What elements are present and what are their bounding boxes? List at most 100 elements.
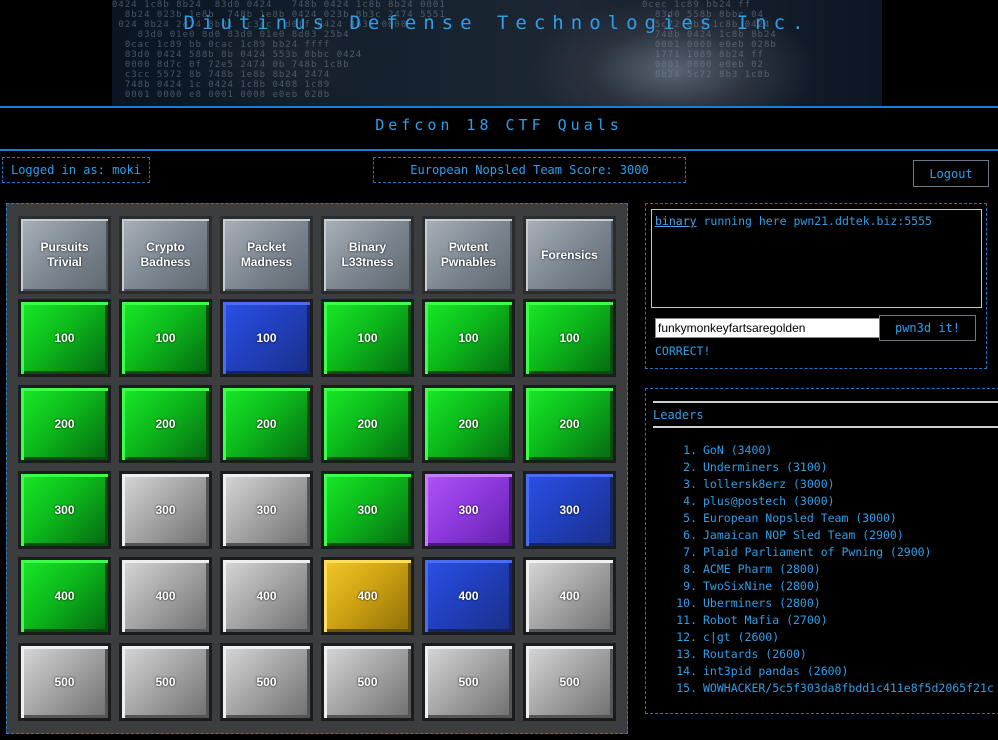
challenge-tile-500[interactable]: 500 (523, 643, 616, 721)
question-text-box: binary running here pwn21.ddtek.biz:5555 (651, 209, 982, 308)
logged-in-status: Logged in as: moki (2, 157, 150, 183)
leader-team: c|gt (2600) (703, 630, 780, 644)
leader-rank: 12. (676, 630, 697, 644)
challenge-tile-200[interactable]: 200 (321, 385, 414, 463)
challenge-tile-200[interactable]: 200 (523, 385, 616, 463)
site-title: Diutinus Defense Technologies Inc. (183, 12, 811, 34)
challenge-tile-400[interactable]: 400 (422, 557, 515, 635)
leader-entry: 8. ACME Pharm (2800) (646, 562, 998, 579)
challenge-tile-100[interactable]: 100 (523, 299, 616, 377)
leader-entry: 7. Plaid Parliament of Pwning (2900) (646, 545, 998, 562)
leader-rank: 3. (683, 477, 697, 491)
leaders-panel: Leaders 1. GoN (3400) 2. Underminers (3100)… (645, 388, 998, 714)
leader-team: Plaid Parliament of Pwning (2900) (703, 545, 932, 559)
challenge-tile-100[interactable]: 100 (321, 299, 414, 377)
leader-team: Routards (2600) (703, 647, 807, 661)
answer-input[interactable] (655, 318, 880, 338)
leader-rank: 14. (676, 664, 697, 678)
leader-entry: 11. Robot Mafia (2700) (646, 613, 998, 630)
category-header: Crypto Badness (119, 216, 212, 294)
leader-rank: 13. (676, 647, 697, 661)
leader-entry: 5. European Nopsled Team (3000) (646, 511, 998, 528)
category-header: Packet Madness (220, 216, 313, 294)
leader-team: Underminers (3100) (703, 460, 828, 474)
binary-download-link[interactable]: binary (655, 214, 697, 228)
challenge-tile-100[interactable]: 100 (422, 299, 515, 377)
leaders-rule-top (653, 401, 998, 403)
leaders-rule-bottom (653, 426, 998, 428)
challenge-tile-300[interactable]: 300 (321, 471, 414, 549)
header-divider-top (0, 106, 998, 108)
leader-rank: 10. (676, 596, 697, 610)
challenge-tile-200[interactable]: 200 (422, 385, 515, 463)
submit-answer-button[interactable]: pwn3d it! (879, 315, 976, 341)
challenge-tile-400[interactable]: 400 (321, 557, 414, 635)
leader-team: Uberminers (2800) (703, 596, 821, 610)
leader-rank: 6. (683, 528, 697, 542)
leader-rank: 11. (676, 613, 697, 627)
leader-rank: 8. (683, 562, 697, 576)
challenge-tile-100[interactable]: 100 (220, 299, 313, 377)
challenge-tile-400[interactable]: 400 (220, 557, 313, 635)
leader-rank: 4. (683, 494, 697, 508)
challenge-tile-300[interactable]: 300 (523, 471, 616, 549)
leader-entry: 14. int3pid pandas (2600) (646, 664, 998, 681)
leader-team: Robot Mafia (2700) (703, 613, 828, 627)
leader-entry: 10. Uberminers (2800) (646, 596, 998, 613)
leader-entry: 9. TwoSixNine (2800) (646, 579, 998, 596)
challenge-tile-500[interactable]: 500 (422, 643, 515, 721)
leader-entry: 3. lollersk8erz (3000) (646, 477, 998, 494)
leader-rank: 2. (683, 460, 697, 474)
challenge-board: Pursuits Trivial Crypto Badness Packet Mad… (6, 203, 628, 734)
leader-team: European Nopsled Team (3000) (703, 511, 897, 525)
leader-rank: 15. (676, 681, 697, 695)
leader-rank: 7. (683, 545, 697, 559)
leaders-list: 1. GoN (3400) 2. Underminers (3100) 3. loller… (646, 443, 998, 698)
leader-team: TwoSixNine (2800) (703, 579, 821, 593)
leader-entry: 12. c|gt (2600) (646, 630, 998, 647)
leader-rank: 9. (683, 579, 697, 593)
leader-team: ACME Pharm (2800) (703, 562, 821, 576)
challenge-tile-300[interactable]: 300 (220, 471, 313, 549)
answer-result: CORRECT! (655, 344, 711, 358)
challenge-tile-100[interactable]: 100 (18, 299, 111, 377)
leader-entry: 4. plus@postech (3000) (646, 494, 998, 511)
leader-team: GoN (3400) (703, 443, 773, 457)
leader-entry: 13. Routards (2600) (646, 647, 998, 664)
leader-team: WOWHACKER/5c5f303da8fbdd1c411e8f5d2065f2… (703, 681, 994, 695)
challenge-tile-400[interactable]: 400 (119, 557, 212, 635)
category-header: Forensics (523, 216, 616, 294)
category-header: Pursuits Trivial (18, 216, 111, 294)
category-header: Pwtent Pwnables (422, 216, 515, 294)
challenge-tile-500[interactable]: 500 (119, 643, 212, 721)
challenge-tile-200[interactable]: 200 (220, 385, 313, 463)
header-banner: 0424 1c8b 8b24 83d0 0424 748b 0424 1c8b … (112, 0, 882, 106)
leaders-title: Leaders (653, 408, 704, 422)
question-panel: binary running here pwn21.ddtek.biz:5555… (645, 203, 987, 369)
challenge-tile-500[interactable]: 500 (220, 643, 313, 721)
leader-rank: 5. (683, 511, 697, 525)
leader-team: lollersk8erz (3000) (703, 477, 835, 491)
leader-team: Jamaican NOP Sled Team (2900) (703, 528, 904, 542)
challenge-tile-400[interactable]: 400 (18, 557, 111, 635)
challenge-tile-500[interactable]: 500 (18, 643, 111, 721)
leader-team: int3pid pandas (2600) (703, 664, 849, 678)
leader-entry: 1. GoN (3400) (646, 443, 998, 460)
category-header: Binary L33tness (321, 216, 414, 294)
challenge-tile-300[interactable]: 300 (422, 471, 515, 549)
page-subtitle: Defcon 18 CTF Quals (375, 116, 623, 134)
challenge-tile-300[interactable]: 300 (119, 471, 212, 549)
challenge-tile-300[interactable]: 300 (18, 471, 111, 549)
leader-entry: 2. Underminers (3100) (646, 460, 998, 477)
challenge-tile-500[interactable]: 500 (321, 643, 414, 721)
logout-button[interactable]: Logout (913, 160, 989, 187)
challenge-tile-100[interactable]: 100 (119, 299, 212, 377)
header-divider-bottom (0, 149, 998, 151)
leader-team: plus@postech (3000) (703, 494, 835, 508)
challenge-tile-200[interactable]: 200 (18, 385, 111, 463)
question-text: running here pwn21.ddtek.biz:5555 (696, 214, 932, 228)
challenge-tile-200[interactable]: 200 (119, 385, 212, 463)
challenge-tile-400[interactable]: 400 (523, 557, 616, 635)
leader-entry: 6. Jamaican NOP Sled Team (2900) (646, 528, 998, 545)
leader-rank: 1. (683, 443, 697, 457)
